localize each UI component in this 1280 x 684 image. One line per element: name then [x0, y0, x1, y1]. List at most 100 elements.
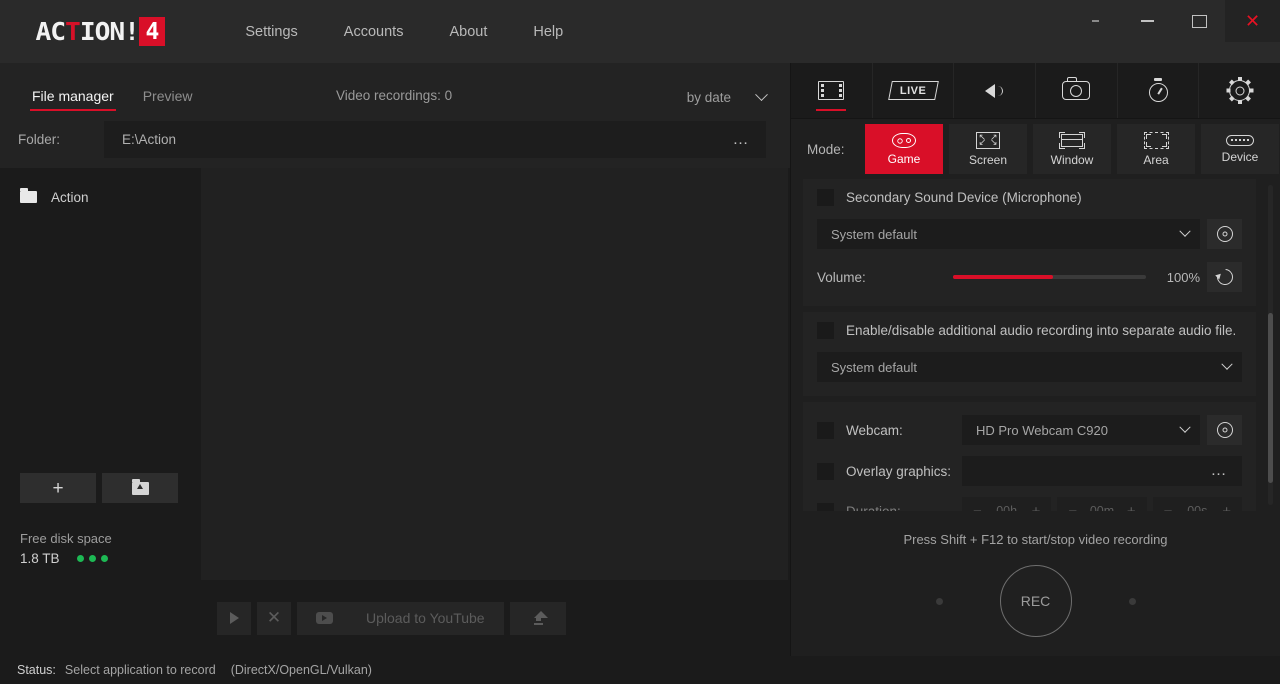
minus-icon[interactable]: −: [1068, 504, 1077, 512]
minimize-button[interactable]: [1121, 0, 1173, 42]
additional-audio-device-value: System default: [831, 359, 917, 375]
folder-browse-button[interactable]: …: [729, 131, 755, 147]
webcam-device-select[interactable]: HD Pro Webcam C920: [962, 415, 1200, 445]
disk-status-indicator: [76, 555, 108, 562]
open-parent-folder-button[interactable]: [102, 473, 178, 503]
duration-checkbox[interactable]: [817, 502, 834, 511]
logo-wordmark: ACTION!: [35, 17, 140, 46]
duration-minutes-stepper[interactable]: − 00m +: [1057, 497, 1147, 512]
additional-audio-header: Enable/disable additional audio recordin…: [817, 322, 1242, 339]
folder-icon: [20, 188, 37, 203]
folder-row: Folder: E:\Action …: [0, 111, 790, 168]
scrollbar-thumb[interactable]: [1268, 313, 1273, 483]
chevron-down-icon: [755, 88, 768, 102]
duration-seconds-stepper[interactable]: − 00s +: [1152, 497, 1242, 512]
secondary-sound-device-select[interactable]: System default: [817, 219, 1200, 249]
menu-item-about[interactable]: About: [426, 24, 510, 40]
record-indicator-right: [1128, 597, 1136, 605]
mode-button-screen[interactable]: ↖ ↗ ↙ ↘ Screen: [949, 124, 1027, 174]
close-icon: ✕: [1244, 11, 1261, 31]
gear-teeth: [1226, 77, 1254, 104]
title-bar: ACTION! 4 Settings Accounts About Help ✕: [0, 0, 1280, 63]
pin-button[interactable]: [1069, 0, 1121, 42]
plus-icon[interactable]: +: [1032, 504, 1041, 512]
mode-label: Mode:: [807, 141, 845, 157]
plus-icon[interactable]: +: [1127, 504, 1136, 512]
webcam-checkbox[interactable]: [817, 421, 834, 439]
menu-item-accounts[interactable]: Accounts: [321, 24, 427, 40]
folder-label: Folder:: [18, 132, 61, 147]
play-button[interactable]: [217, 601, 251, 635]
mode-button-game[interactable]: Game: [865, 124, 943, 174]
file-manager-tabs: File manager Preview Video recordings: 0…: [0, 63, 790, 111]
tab-file-manager[interactable]: File manager: [30, 88, 116, 111]
volume-slider[interactable]: [953, 275, 1146, 279]
additional-audio-checkbox[interactable]: [817, 322, 834, 339]
main-content: File manager Preview Video recordings: 0…: [0, 63, 1280, 656]
mode-button-area[interactable]: Area: [1117, 124, 1195, 174]
youtube-icon: [316, 612, 333, 624]
recordings-list[interactable]: [201, 168, 788, 580]
overlay-graphics-browse-button[interactable]: …: [1207, 463, 1233, 479]
screenshot-tab[interactable]: [1036, 63, 1118, 118]
gear-icon: [1216, 422, 1233, 438]
menu-item-settings[interactable]: Settings: [222, 24, 320, 40]
maximize-button[interactable]: [1173, 0, 1225, 42]
mode-button-label: Window: [1050, 152, 1094, 167]
live-streaming-tab[interactable]: LIVE: [873, 63, 955, 118]
status-bar: Status: Select application to record (Di…: [0, 656, 1280, 684]
sort-dropdown[interactable]: by date: [686, 88, 768, 105]
audio-recording-tab[interactable]: [954, 63, 1037, 118]
recorder-tab-bar: LIVE: [791, 63, 1280, 119]
volume-value: 100%: [1166, 269, 1200, 285]
tree-item-action[interactable]: Action: [0, 182, 201, 212]
main-menu: Settings Accounts About Help: [222, 0, 586, 63]
sort-label: by date: [686, 90, 731, 105]
delete-button[interactable]: ✕: [257, 601, 291, 635]
overlay-graphics-input[interactable]: …: [962, 456, 1242, 486]
additional-audio-label: Enable/disable additional audio recordin…: [846, 323, 1237, 338]
play-icon: [229, 612, 239, 624]
pin-dot-icon: [1091, 20, 1099, 22]
mode-button-window[interactable]: Window: [1033, 124, 1111, 174]
overlay-graphics-checkbox[interactable]: [817, 462, 834, 480]
live-icon: LIVE: [887, 81, 939, 100]
mode-button-label: Device: [1221, 149, 1259, 164]
mode-button-device[interactable]: Device: [1201, 124, 1279, 174]
minus-icon[interactable]: −: [1164, 504, 1173, 512]
close-button[interactable]: ✕: [1225, 0, 1280, 42]
film-strip-icon: [818, 81, 845, 100]
add-folder-button[interactable]: +: [20, 473, 96, 503]
chevron-down-icon: [1221, 358, 1233, 370]
plus-icon[interactable]: +: [1222, 504, 1231, 512]
record-hotkey-hint: Press Shift + F12 to start/stop video re…: [903, 532, 1168, 547]
mode-button-label: Screen: [968, 152, 1008, 167]
additional-audio-device-select[interactable]: System default: [817, 352, 1242, 382]
duration-hours-stepper[interactable]: − 00h +: [962, 497, 1052, 512]
secondary-sound-settings-button[interactable]: [1207, 219, 1242, 249]
upload-button[interactable]: [510, 601, 566, 635]
upload-to-youtube-button[interactable]: Upload to YouTube: [297, 601, 504, 635]
menu-item-help[interactable]: Help: [510, 24, 586, 40]
time-lapse-tab[interactable]: [1118, 63, 1200, 118]
recorder-pane: LIVE Mode: Game ↖ ↗ ↙ ↘ Screen Window Ar…: [790, 63, 1280, 656]
plus-icon: +: [52, 477, 64, 499]
record-button[interactable]: REC: [999, 565, 1072, 637]
record-area: Press Shift + F12 to start/stop video re…: [791, 511, 1280, 656]
minus-icon[interactable]: −: [973, 504, 982, 512]
gear-icon: [1216, 226, 1233, 242]
webcam-settings-button[interactable]: [1207, 415, 1242, 445]
video-recording-tab[interactable]: [791, 63, 873, 118]
record-button-row: REC: [935, 565, 1136, 637]
chevron-down-icon: [1179, 421, 1191, 433]
volume-reset-button[interactable]: [1207, 262, 1242, 292]
settings-tab[interactable]: [1199, 63, 1280, 118]
secondary-sound-label: Secondary Sound Device (Microphone): [846, 190, 1082, 205]
settings-scrollbar[interactable]: [1268, 185, 1273, 505]
tab-preview[interactable]: Preview: [141, 88, 195, 111]
additional-audio-section: Enable/disable additional audio recordin…: [803, 312, 1256, 396]
secondary-sound-checkbox[interactable]: [817, 189, 834, 206]
folder-path-input[interactable]: E:\Action …: [104, 121, 766, 158]
free-disk-space-row: 1.8 TB: [20, 551, 201, 566]
chevron-down-icon: [1179, 225, 1191, 237]
